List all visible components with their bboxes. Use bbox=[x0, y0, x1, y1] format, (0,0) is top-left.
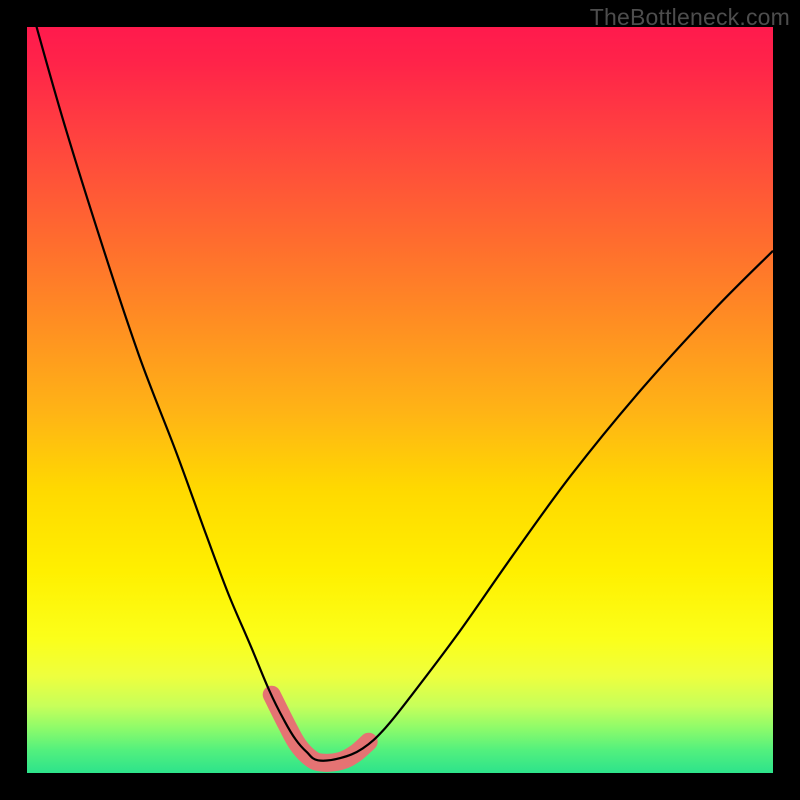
chart-frame: TheBottleneck.com bbox=[0, 0, 800, 800]
plot-background bbox=[27, 27, 773, 773]
watermark-text: TheBottleneck.com bbox=[590, 4, 790, 31]
